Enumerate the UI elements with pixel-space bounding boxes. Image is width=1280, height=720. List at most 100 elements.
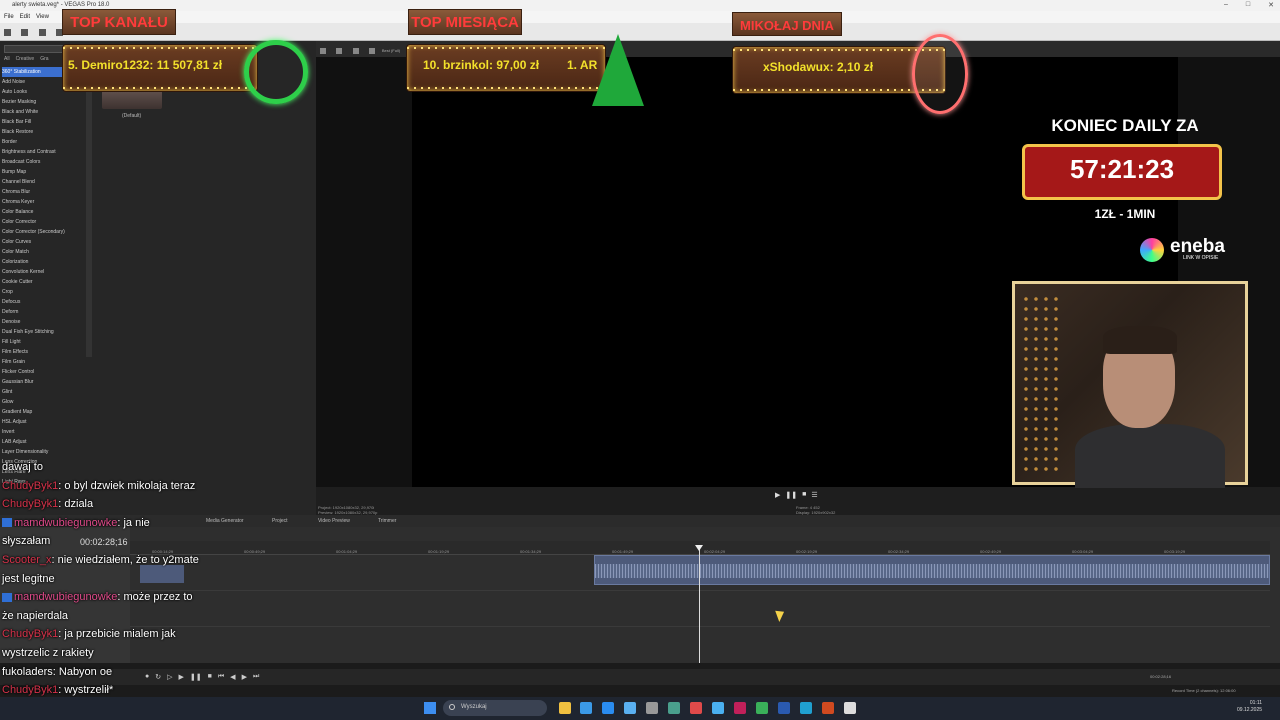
fx-list-item[interactable]: Dual Fish Eye Stitching <box>2 327 92 337</box>
maximize-icon[interactable]: □ <box>1246 1 1250 9</box>
window-title: alerty swieta.veg* - VEGAS Pro 18.0 <box>12 2 110 8</box>
chat-text: słyszałam <box>2 535 51 548</box>
save-icon[interactable] <box>38 29 46 36</box>
fx-list-scrollbar[interactable] <box>86 67 92 357</box>
fx-list-item[interactable]: Black Bar Fill <box>2 117 92 127</box>
chat-message: wystrzelic z rakiety <box>2 644 242 663</box>
fx-list-item[interactable]: Color Corrector (Secondary) <box>2 227 92 237</box>
go-end-icon[interactable]: ⏭ <box>253 673 259 681</box>
stop-icon[interactable]: ■ <box>802 491 806 499</box>
fx-list-item[interactable]: Invert <box>2 427 92 437</box>
fx-list-item[interactable]: Layer Dimensionality <box>2 447 92 457</box>
fx-list-item[interactable]: Film Effects <box>2 347 92 357</box>
fx-list-item[interactable]: Color Match <box>2 247 92 257</box>
fx-list-item[interactable]: Brightness and Contrast <box>2 147 92 157</box>
fx-list-item[interactable]: Channel Blend <box>2 177 92 187</box>
tab-trimmer[interactable]: Trimmer <box>378 518 396 524</box>
taskbar-search[interactable]: Wyszukaj <box>443 700 547 716</box>
fx-list-item[interactable]: Cookie Cutter <box>2 277 92 287</box>
new-icon[interactable] <box>4 29 11 36</box>
fx-list-item[interactable]: Border <box>2 137 92 147</box>
fx-list-item[interactable]: Color Balance <box>2 207 92 217</box>
menu-file[interactable]: File <box>4 14 14 20</box>
screen: { "window": { "title": "alerty swieta.ve… <box>0 0 1280 720</box>
fx-list-item[interactable]: Denoise <box>2 317 92 327</box>
fx-list-item[interactable]: Colorization <box>2 257 92 267</box>
fx-icon[interactable] <box>352 48 359 54</box>
fx-list-item[interactable]: Chroma Keyer <box>2 197 92 207</box>
top-kanalu-title: TOP KANAŁU <box>62 9 176 35</box>
ruler-tick-label: 00:00:49;29 <box>244 549 266 554</box>
overlay-icon[interactable] <box>369 48 376 54</box>
fx-list-item[interactable]: Bezier Masking <box>2 97 92 107</box>
fx-list-item[interactable]: Film Grain <box>2 357 92 367</box>
fx-list-item[interactable]: Glow <box>2 397 92 407</box>
menu-view[interactable]: View <box>36 14 49 20</box>
fx-list-item[interactable]: Color Curves <box>2 237 92 247</box>
fx-list-item[interactable]: Chroma Blur <box>2 187 92 197</box>
app-icon[interactable] <box>734 702 746 714</box>
vegas-icon[interactable] <box>668 702 680 714</box>
store-icon[interactable] <box>602 702 614 714</box>
clock-date: 09.12.2025 <box>1237 707 1263 713</box>
preview-quality[interactable]: Best (Full) <box>382 48 400 53</box>
chat-text: : dziala <box>58 498 94 511</box>
subscriber-badge-icon <box>2 592 12 602</box>
tab-video-preview[interactable]: Video Preview <box>318 518 350 524</box>
tab-project[interactable]: Project <box>272 518 288 524</box>
fx-list-item[interactable]: LAB Adjust <box>2 437 92 447</box>
split-screen-icon[interactable] <box>336 48 343 54</box>
fx-tab-all[interactable]: All <box>4 56 10 62</box>
obs-icon[interactable] <box>822 702 834 714</box>
ruler-tick-label: 00:02:04;29 <box>704 549 726 554</box>
audio-clip[interactable] <box>594 555 1270 585</box>
fx-tab-creative[interactable]: Creative <box>16 56 35 62</box>
app-icon[interactable] <box>844 702 856 714</box>
play-icon[interactable]: ▶ <box>775 491 780 499</box>
pause-icon[interactable]: ❚❚ <box>785 491 797 499</box>
fx-list-item[interactable]: Fill Light <box>2 337 92 347</box>
app-icon[interactable] <box>712 702 724 714</box>
fx-list-item[interactable]: Broadcast Colors <box>2 157 92 167</box>
fx-list-item[interactable]: Deform <box>2 307 92 317</box>
fx-list-item[interactable]: Gradient Map <box>2 407 92 417</box>
fx-tab-gra[interactable]: Gra <box>40 56 48 62</box>
windows-start-icon[interactable] <box>424 702 436 714</box>
ruler-tick-label: 00:03:19;29 <box>1164 549 1186 554</box>
chat-text: : Nabyon oe <box>52 665 113 678</box>
fx-list-item[interactable]: Gaussian Blur <box>2 377 92 387</box>
app-icon[interactable] <box>756 702 768 714</box>
fx-list-item[interactable]: Black Restore <box>2 127 92 137</box>
photoshop-icon[interactable] <box>778 702 790 714</box>
fx-list-item[interactable]: HSL Adjust <box>2 417 92 427</box>
fx-list-item[interactable]: Crop <box>2 287 92 297</box>
taskbar-clock[interactable]: 01:11 09.12.2025 <box>1237 700 1262 714</box>
playhead-marker[interactable] <box>695 545 703 551</box>
fx-list-item[interactable]: Flicker Control <box>2 367 92 377</box>
fx-list-item[interactable]: Defocus <box>2 297 92 307</box>
edge-icon[interactable] <box>580 702 592 714</box>
file-explorer-icon[interactable] <box>559 702 571 714</box>
opera-icon[interactable] <box>690 702 702 714</box>
app-icon[interactable] <box>646 702 658 714</box>
fx-list-item[interactable]: Glint <box>2 387 92 397</box>
fx-list-item[interactable]: Color Corrector <box>2 217 92 227</box>
fx-list-item[interactable]: Convolution Kernel <box>2 267 92 277</box>
countdown-value: 57:21:23 <box>1069 154 1175 184</box>
settings-icon[interactable] <box>320 48 326 54</box>
app-icon[interactable] <box>624 702 636 714</box>
playhead[interactable] <box>699 545 700 663</box>
window-controls: – □ ✕ <box>1224 1 1274 9</box>
close-icon[interactable]: ✕ <box>1268 1 1274 9</box>
fx-list-item[interactable]: Black and White <box>2 107 92 117</box>
fx-list-item[interactable]: Bump Map <box>2 167 92 177</box>
app-icon[interactable] <box>800 702 812 714</box>
open-icon[interactable] <box>21 29 29 36</box>
track-row-empty[interactable] <box>130 591 1270 627</box>
chat-message: że napierdala <box>2 607 242 626</box>
minimize-icon[interactable]: – <box>1224 1 1228 9</box>
ruler-tick-label: 00:01:04;29 <box>336 549 358 554</box>
next-frame-icon[interactable]: ▶ <box>242 673 247 681</box>
menu-edit[interactable]: Edit <box>20 14 30 20</box>
menu-icon[interactable]: ☰ <box>811 491 817 499</box>
